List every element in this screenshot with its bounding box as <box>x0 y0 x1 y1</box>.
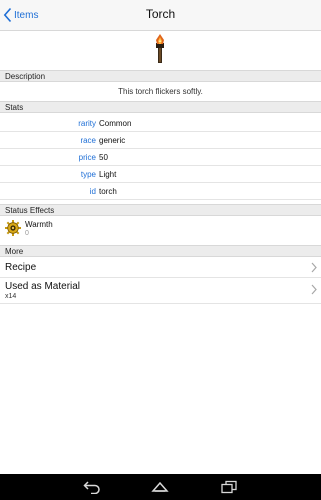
used-as-material-row[interactable]: Used as Material x14 <box>0 278 321 304</box>
stat-key: type <box>80 170 96 179</box>
stat-row-price: price 50 <box>0 149 321 166</box>
gear-icon <box>5 220 21 236</box>
stat-key: rarity <box>78 119 96 128</box>
recipe-row[interactable]: Recipe <box>0 258 321 278</box>
section-header-status-effects: Status Effects <box>0 204 321 216</box>
chevron-right-icon <box>311 262 317 273</box>
section-header-description: Description <box>0 70 321 82</box>
stat-row-id: id torch <box>0 183 321 200</box>
nav-bar: Items Torch <box>0 0 321 31</box>
stat-key: price <box>78 153 96 162</box>
item-hero <box>0 31 321 69</box>
section-header-more: More <box>0 245 321 257</box>
stat-value: generic <box>99 136 126 145</box>
stat-row-rarity: rarity Common <box>0 115 321 132</box>
stat-value: Common <box>99 119 132 128</box>
stat-key: id <box>89 187 96 196</box>
status-effect-value: 0 <box>25 230 29 237</box>
stat-value: torch <box>99 187 117 196</box>
status-effect-name: Warmth <box>25 220 53 229</box>
recents-icon[interactable] <box>220 480 238 494</box>
system-nav-bar <box>0 474 321 500</box>
stat-row-type: type Light <box>0 166 321 183</box>
recipe-label: Recipe <box>5 262 37 273</box>
section-header-stats: Stats <box>0 101 321 113</box>
used-as-material-label: Used as Material <box>5 281 81 292</box>
chevron-right-icon <box>311 284 317 295</box>
page-title: Torch <box>145 7 176 21</box>
stat-value: 50 <box>99 153 108 162</box>
stat-value: Light <box>99 170 117 179</box>
status-effect-item[interactable]: Warmth 0 <box>0 217 321 243</box>
stat-key: race <box>80 136 96 145</box>
home-icon[interactable] <box>151 480 169 494</box>
back-arrow-icon[interactable] <box>83 480 101 494</box>
stat-row-race: race generic <box>0 132 321 149</box>
used-as-material-count: x14 <box>5 293 17 300</box>
description-text: This torch flickers softly. <box>118 87 203 96</box>
torch-icon <box>156 34 164 63</box>
